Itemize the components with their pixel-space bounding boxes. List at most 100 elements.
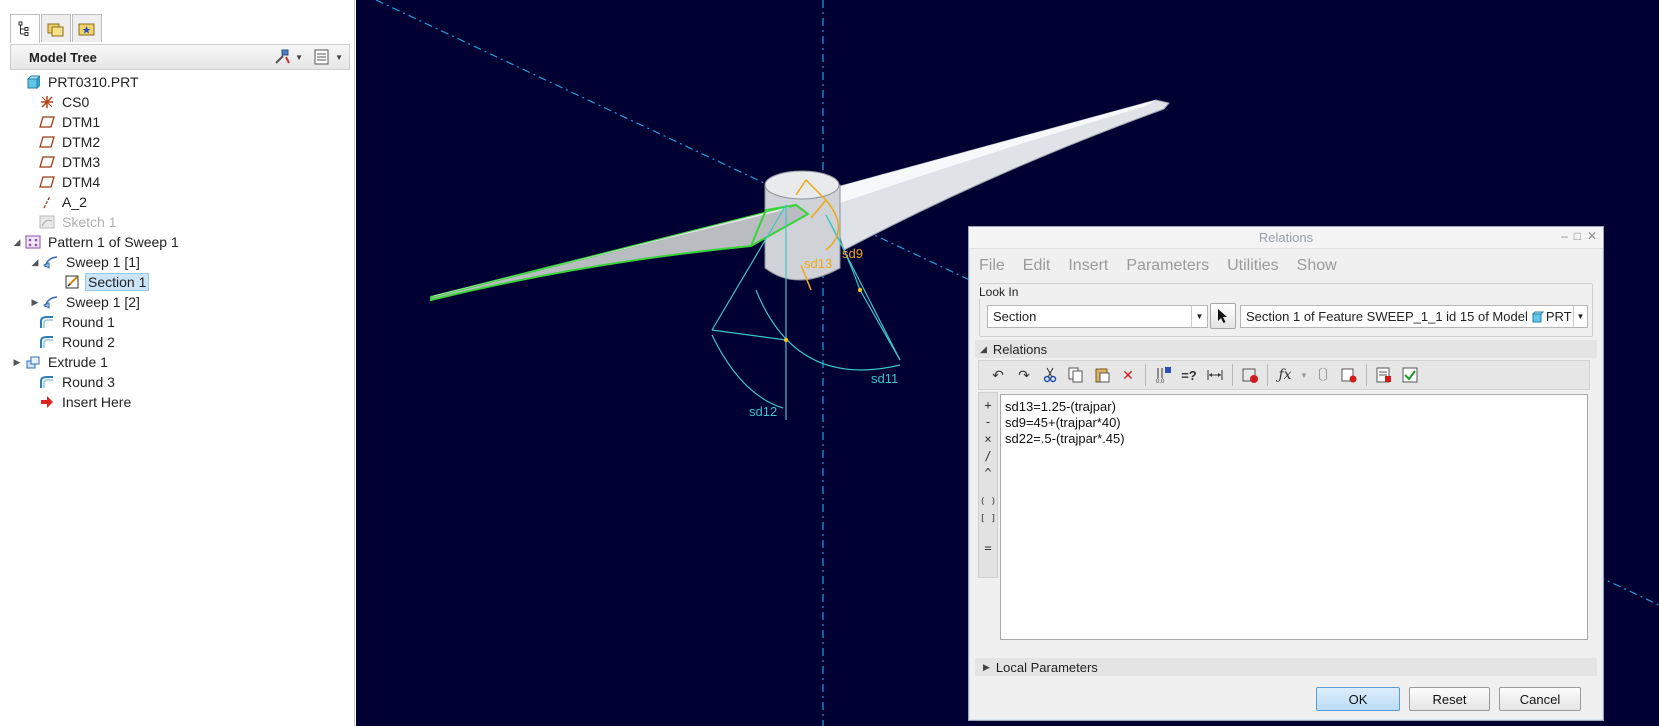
tree-item-label: PRT0310.PRT (48, 74, 139, 90)
menu-parameters[interactable]: Parameters (1126, 257, 1209, 275)
folder-browser-tab[interactable] (41, 14, 71, 42)
ok-button[interactable]: OK (1316, 687, 1400, 711)
insert-function-icon[interactable]: ƒx (1272, 363, 1298, 387)
model-tree-title: Model Tree (29, 49, 97, 65)
look-in-select[interactable]: Section ▼ (987, 305, 1208, 328)
delete-icon[interactable]: ✕ (1115, 363, 1141, 387)
tree-columns-dropdown-icon[interactable]: ▼ (335, 53, 343, 62)
operator-minus[interactable]: - (984, 414, 991, 431)
copy-icon[interactable] (1063, 363, 1089, 387)
operator-divide[interactable]: / (984, 448, 991, 465)
tree-item-section1[interactable]: Section 1 (10, 272, 350, 292)
tree-item-extrude1[interactable]: ▶ Extrude 1 (10, 352, 350, 372)
tree-item-dtm3[interactable]: DTM3 (10, 152, 350, 172)
sweep-icon (42, 254, 60, 270)
menu-utilities[interactable]: Utilities (1227, 257, 1279, 275)
show-dimensions-icon[interactable] (1202, 363, 1228, 387)
datum-axis-icon (38, 194, 56, 210)
operator-brackets[interactable]: [ ] (980, 511, 996, 528)
collapse-arrow-icon[interactable]: ◢ (10, 237, 24, 248)
evaluate-icon[interactable]: =? (1176, 363, 1202, 387)
cursor-arrow-icon (1218, 309, 1227, 323)
tree-item-label: Sketch 1 (62, 214, 117, 230)
cut-icon[interactable] (1037, 363, 1063, 387)
verify-relations-icon[interactable] (1237, 363, 1263, 387)
round-icon (38, 314, 56, 330)
model-tree-panel: Model Tree ▼ ▼ PRT0310.PRT CS0 DTM1 DTM2… (0, 0, 355, 726)
operator-power[interactable]: ^ (984, 465, 991, 482)
dropdown-arrow-icon[interactable]: ▼ (1191, 306, 1207, 327)
part-icon (24, 74, 42, 90)
tree-item-round1[interactable]: Round 1 (10, 312, 350, 332)
tree-item-label: Pattern 1 of Sweep 1 (48, 234, 179, 250)
dialog-titlebar[interactable]: Relations – □ ✕ (969, 227, 1603, 249)
tree-item-pattern1[interactable]: ◢ Pattern 1 of Sweep 1 (10, 232, 350, 252)
tree-item-dtm2[interactable]: DTM2 (10, 132, 350, 152)
paste-icon[interactable] (1089, 363, 1115, 387)
tree-item-sweep1-1[interactable]: ◢ Sweep 1 [1] (10, 252, 350, 272)
verify-check-icon[interactable] (1397, 363, 1423, 387)
sweep-icon (42, 294, 60, 310)
operator-equals[interactable]: = (984, 540, 991, 557)
relations-info-icon[interactable] (1371, 363, 1397, 387)
dimension-label-sd13[interactable]: sd13 (804, 256, 832, 271)
dimension-label-sd9[interactable]: sd9 (842, 246, 863, 261)
menu-insert[interactable]: Insert (1068, 257, 1108, 275)
tree-settings-icon[interactable] (273, 48, 291, 66)
redo-icon[interactable]: ↷ (1011, 363, 1037, 387)
folder-browser-tab-icon (47, 23, 64, 36)
extrude-icon (24, 354, 42, 370)
menu-file[interactable]: File (979, 257, 1005, 275)
look-in-object-suffix: PRT (1545, 309, 1572, 324)
tree-columns-icon[interactable] (313, 48, 331, 66)
reset-button[interactable]: Reset (1409, 687, 1490, 711)
relations-editor[interactable]: sd13=1.25-(trajpar) sd9=45+(trajpar*40) … (1000, 394, 1588, 640)
relations-section-header[interactable]: ◢ Relations (975, 340, 1597, 358)
operator-parentheses[interactable]: ( ) (980, 494, 996, 511)
relations-dialog: Relations – □ ✕ File Edit Insert Paramet… (968, 226, 1604, 721)
tree-item-dtm4[interactable]: DTM4 (10, 172, 350, 192)
relation-line: sd9=45+(trajpar*40) (1005, 415, 1121, 430)
tree-item-sketch1[interactable]: Sketch 1 (10, 212, 350, 232)
menu-edit[interactable]: Edit (1023, 257, 1051, 275)
expand-arrow-icon[interactable]: ▶ (983, 662, 990, 673)
expand-arrow-icon[interactable]: ▶ (10, 357, 24, 368)
tree-item-round3[interactable]: Round 3 (10, 372, 350, 392)
tree-item-insert-here[interactable]: Insert Here (10, 392, 350, 412)
cancel-button[interactable]: Cancel (1499, 687, 1581, 711)
tree-item-label: Round 1 (62, 314, 115, 330)
tree-item-cs0[interactable]: CS0 (10, 92, 350, 112)
tree-item-a2[interactable]: A_2 (10, 192, 350, 212)
close-icon[interactable]: ✕ (1587, 229, 1597, 243)
tree-item-label: Sweep 1 [2] (66, 294, 140, 310)
panel-tabs (10, 14, 103, 43)
favorites-tab[interactable] (72, 14, 102, 42)
insert-parameter-icon[interactable]: 〔〕 (1309, 363, 1337, 387)
tree-item-dtm1[interactable]: DTM1 (10, 112, 350, 132)
tree-item-label: Insert Here (62, 394, 132, 410)
insert-from-list-icon[interactable] (1336, 363, 1362, 387)
datum-plane-icon (38, 114, 56, 130)
collapse-arrow-icon[interactable]: ◢ (980, 344, 987, 355)
tree-settings-dropdown-icon[interactable]: ▼ (295, 53, 303, 62)
minimize-icon[interactable]: – (1561, 229, 1568, 243)
operator-multiply[interactable]: × (984, 431, 991, 448)
local-parameters-header[interactable]: ▶ Local Parameters (975, 658, 1597, 676)
pick-from-model-button[interactable] (1210, 303, 1236, 329)
dimension-label-sd11[interactable]: sd11 (871, 371, 898, 386)
look-in-object-field[interactable]: Section 1 of Feature SWEEP_1_1 id 15 of … (1240, 305, 1588, 328)
dimension-label-sd12[interactable]: sd12 (749, 404, 777, 419)
tree-item-sweep1-2[interactable]: ▶ Sweep 1 [2] (10, 292, 350, 312)
operator-plus[interactable]: + (984, 397, 991, 414)
model-tree-tab[interactable] (10, 14, 40, 43)
tree-item-part[interactable]: PRT0310.PRT (10, 72, 350, 92)
undo-icon[interactable]: ↶ (985, 363, 1011, 387)
tree-item-round2[interactable]: Round 2 (10, 332, 350, 352)
tree-item-label: Sweep 1 [1] (66, 254, 140, 270)
collapse-arrow-icon[interactable]: ◢ (28, 257, 42, 268)
expand-arrow-icon[interactable]: ▶ (28, 297, 42, 308)
menu-show[interactable]: Show (1297, 257, 1337, 275)
sort-relations-icon[interactable]: 0.0 (1150, 363, 1176, 387)
dropdown-arrow-icon[interactable]: ▼ (1573, 306, 1587, 327)
maximize-icon[interactable]: □ (1574, 229, 1581, 243)
